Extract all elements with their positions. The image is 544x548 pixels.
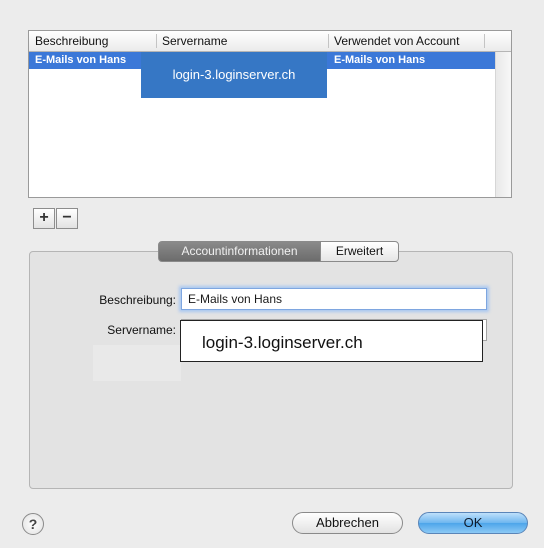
beschreibung-label: Beschreibung: [99,293,176,307]
add-account-button[interactable]: + [33,208,55,229]
column-divider [484,34,485,48]
hostname-overlay: login-3.loginserver.ch [141,52,327,98]
cell-account: E-Mails von Hans [334,54,426,66]
column-header-account[interactable]: Verwendet von Account [330,31,490,51]
cell-beschreibung: E-Mails von Hans [35,54,127,66]
cancel-button[interactable]: Abbrechen [292,512,403,534]
tab-erweitert[interactable]: Erweitert [320,241,399,262]
column-divider [156,34,157,48]
column-header-servername[interactable]: Servername [158,31,328,51]
column-header-beschreibung[interactable]: Beschreibung [31,31,155,51]
tab-accountinformationen[interactable]: Accountinformationen [158,241,321,262]
table-header: Beschreibung Servername Verwendet von Ac… [29,31,511,52]
column-divider [328,34,329,48]
servername-label: Servername: [107,323,176,337]
servername-overlay: login-3.loginserver.ch [180,320,483,362]
faint-placeholder-area [93,345,181,381]
help-button[interactable]: ? [22,513,44,535]
ok-button[interactable]: OK [418,512,528,534]
remove-account-button[interactable]: − [56,208,78,229]
beschreibung-field[interactable]: E-Mails von Hans [181,288,487,310]
vertical-scrollbar[interactable] [495,52,511,197]
